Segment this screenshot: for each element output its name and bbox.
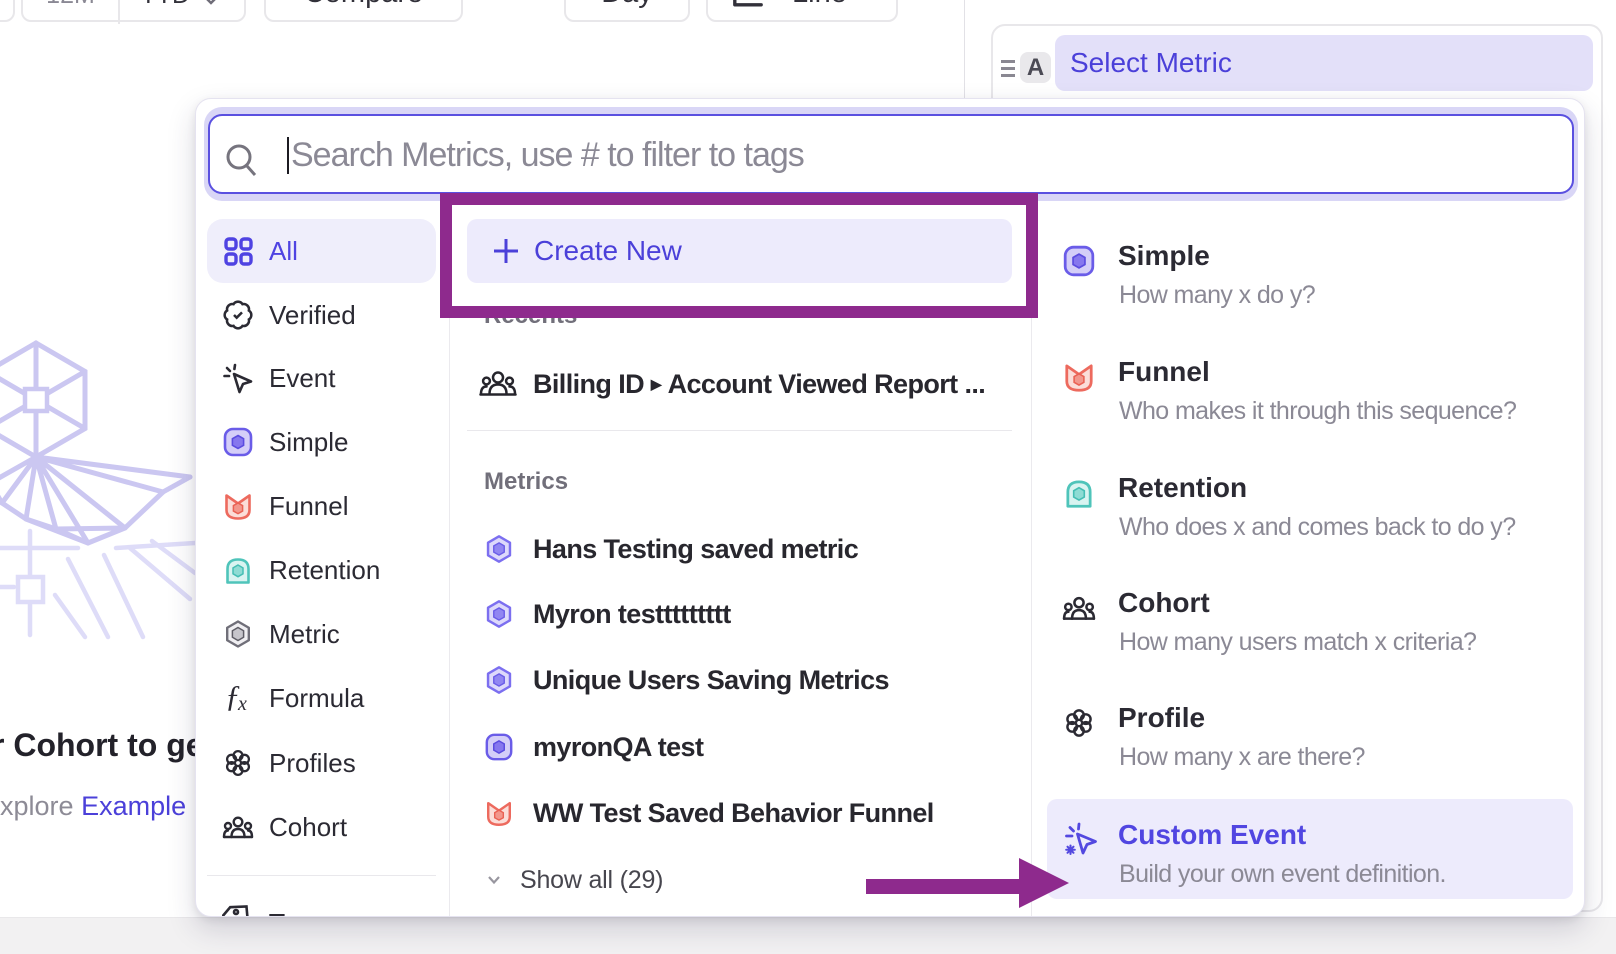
svg-text:x: x (237, 693, 247, 714)
